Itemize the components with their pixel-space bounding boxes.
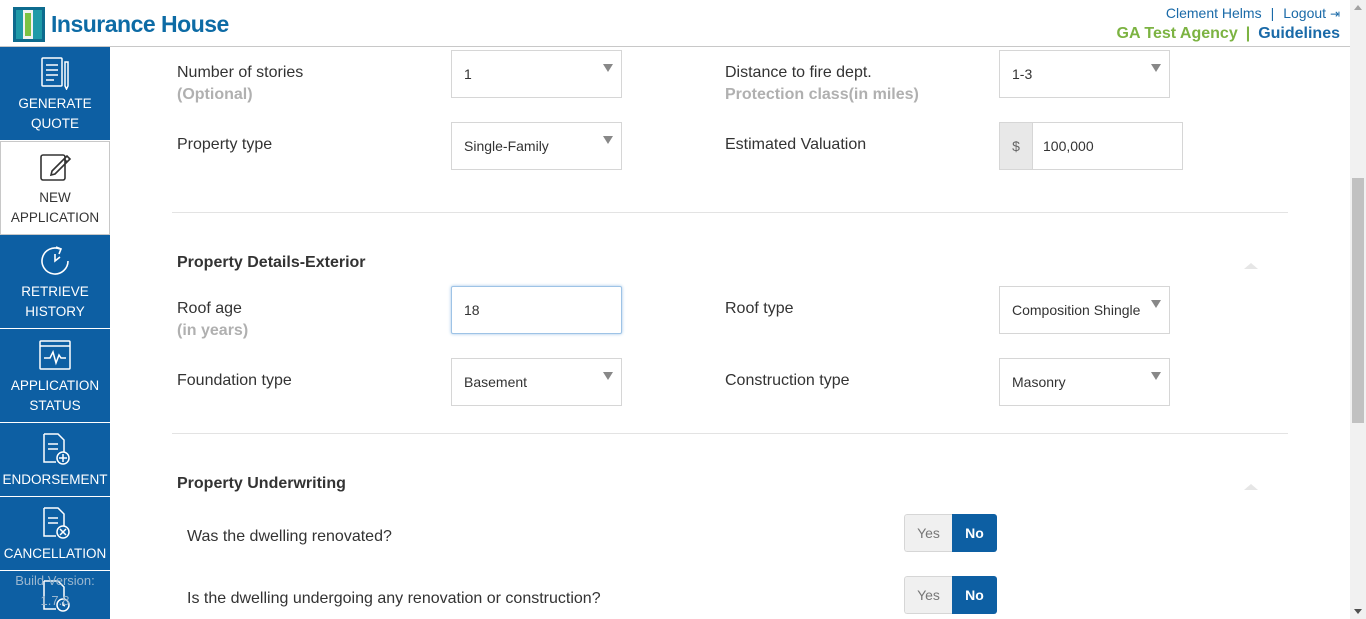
chevron-down-icon [603,64,613,72]
sidebar-item-retrieve-history[interactable]: RETRIEVE HISTORY [0,235,110,329]
stories-label-text: Number of stories [177,64,304,81]
document-plus-icon [43,433,70,465]
sidebar-item-label: APPLICATION STATUS [10,378,100,413]
stories-sublabel: (Optional) [177,86,253,103]
renovated-toggle: Yes No [904,514,997,552]
distance-select[interactable]: 1-3 [999,50,1170,98]
build-version: Build Version: 1.7.8 [0,571,110,611]
separator: | [1270,5,1275,21]
roof-type-value: Composition Shingle [1012,302,1141,318]
valuation-input[interactable]: 100,000 [1033,123,1182,169]
roof-age-sublabel: (in years) [177,322,249,339]
build-version-label: Build Version: [15,573,95,588]
document-list-icon [41,57,69,90]
sidebar-item-application-status[interactable]: APPLICATION STATUS [0,329,110,423]
roof-type-label: Roof type [725,300,794,317]
sidebar-item-label: GENERATE QUOTE [18,96,92,131]
collapse-icon[interactable] [1244,484,1258,490]
construction-value: Masonry [1012,374,1066,390]
sidebar-item-new-application[interactable]: NEW APPLICATION [0,141,110,235]
chevron-down-icon [603,136,613,144]
build-version-value: 1.7.8 [40,593,70,608]
distance-sublabel: Protection class(in miles) [725,86,919,103]
sidebar-item-cancellation[interactable]: CANCELLATION [0,497,110,571]
sidebar-item-endorsement[interactable]: ENDORSEMENT [0,423,110,497]
roof-age-input[interactable] [451,286,622,334]
roof-type-select[interactable]: Composition Shingle [999,286,1170,334]
scroll-down-arrow-icon[interactable] [1354,609,1362,614]
property-type-value: Single-Family [464,138,549,154]
section-divider [172,212,1288,213]
document-cancel-icon [43,507,70,539]
top-header: Insurance House Clement Helms | Logout ⇥… [0,0,1350,47]
yes-button[interactable]: Yes [904,576,952,614]
edit-pencil-icon [40,154,72,181]
no-button[interactable]: No [952,576,997,614]
renovated-question: Was the dwelling renovated? [187,528,392,545]
user-row: Clement Helms | Logout ⇥ [1166,5,1340,21]
sidebar-item-label: ENDORSEMENT [2,472,108,487]
agency-name: GA Test Agency [1116,25,1238,42]
roof-age-label-text: Roof age [177,300,242,317]
construction-label: Construction type [725,372,850,389]
user-name-link[interactable]: Clement Helms [1166,5,1262,21]
chevron-down-icon [603,372,613,380]
history-clock-icon [41,246,69,275]
property-type-select[interactable]: Single-Family [451,122,622,170]
logout-icon: ⇥ [1329,7,1340,21]
logo-text: Insurance House [51,10,229,37]
pulse-monitor-icon [39,340,71,370]
vertical-scrollbar[interactable] [1350,0,1366,619]
exterior-section-title: Property Details-Exterior [177,254,366,271]
foundation-value: Basement [464,374,528,390]
distance-value: 1-3 [1012,66,1033,82]
insurance-house-logo[interactable]: Insurance House [13,6,229,42]
distance-label: Distance to fire dept. Protection class(… [725,62,919,106]
sidebar-item-label: CANCELLATION [3,546,107,561]
property-type-label: Property type [177,136,273,153]
scroll-thumb[interactable] [1352,178,1364,423]
currency-addon: $ [1000,123,1033,169]
construction-toggle: Yes No [904,576,997,614]
chevron-down-icon [1151,300,1161,308]
no-button[interactable]: No [952,514,997,552]
roof-age-label: Roof age (in years) [177,298,248,342]
guidelines-link[interactable]: Guidelines [1258,25,1340,43]
foundation-label: Foundation type [177,372,292,389]
valuation-label: Estimated Valuation [725,136,867,153]
yes-button[interactable]: Yes [904,514,952,552]
construction-question: Is the dwelling undergoing any renovatio… [187,590,601,607]
agency-row: GA Test Agency | Guidelines [1117,25,1341,43]
sidebar: GENERATE QUOTE NEW APPLICATION RETRIEVE … [0,47,110,619]
construction-select[interactable]: Masonry [999,358,1170,406]
sidebar-item-generate-quote[interactable]: GENERATE QUOTE [0,47,110,141]
stories-value: 1 [464,66,472,82]
logout-link[interactable]: Logout ⇥ [1283,5,1340,21]
distance-label-text: Distance to fire dept. [725,64,872,81]
stories-select[interactable]: 1 [451,50,622,98]
sidebar-item-label: RETRIEVE HISTORY [21,284,89,319]
sidebar-item-label: NEW APPLICATION [10,190,100,225]
foundation-select[interactable]: Basement [451,358,622,406]
underwriting-section-title: Property Underwriting [177,475,346,492]
collapse-icon[interactable] [1244,263,1258,269]
logo-door-icon [13,6,45,42]
chevron-down-icon [1151,64,1161,72]
stories-label: Number of stories (Optional) [177,62,303,106]
scroll-up-arrow-icon[interactable] [1354,5,1362,10]
chevron-down-icon [1151,372,1161,380]
logout-label: Logout [1283,5,1327,21]
valuation-input-group: $ 100,000 [999,122,1183,170]
section-divider [172,433,1288,434]
agency-separator: | [1245,25,1251,42]
